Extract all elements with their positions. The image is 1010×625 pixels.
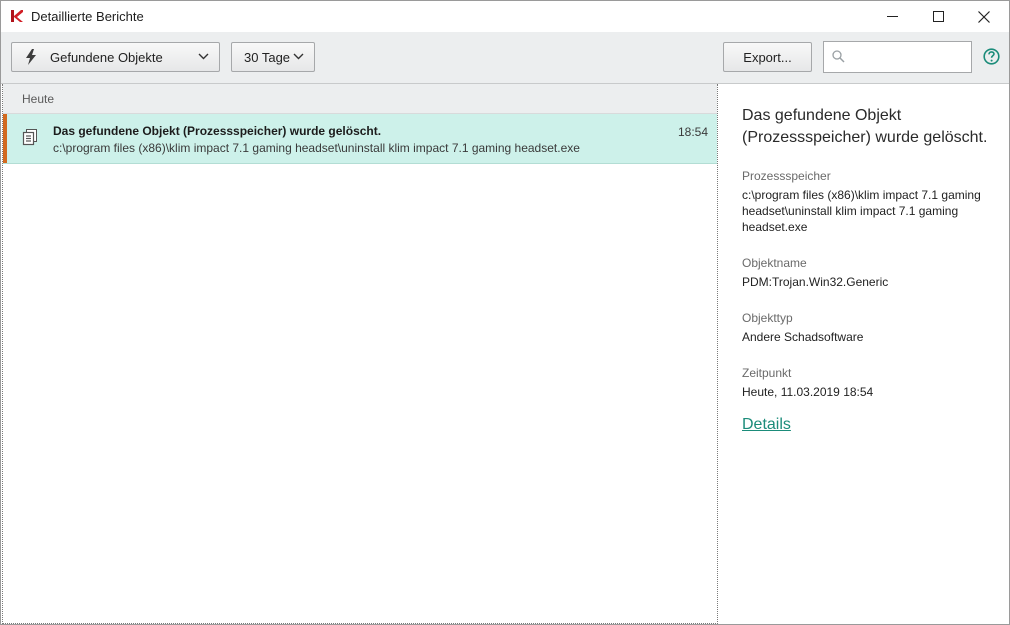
details-title: Das gefundene Objekt (Prozessspeicher) w…: [742, 107, 988, 146]
chevron-down-icon: [198, 53, 209, 60]
chevron-down-icon: [293, 53, 304, 60]
severity-marker: [3, 114, 7, 163]
field-value-object-type: Andere Schadsoftware: [742, 330, 864, 344]
period-label: 30 Tage: [244, 50, 291, 65]
field-label-object-type: Objekttyp: [742, 311, 793, 325]
title-bar[interactable]: Detaillierte Berichte: [1, 1, 1009, 32]
period-dropdown[interactable]: 30 Tage: [231, 42, 315, 72]
events-list[interactable]: Heute Das gefundene Objekt (Prozessspeic…: [2, 84, 718, 624]
list-item[interactable]: Das gefundene Objekt (Prozessspeicher) w…: [3, 114, 717, 164]
minimize-icon: [886, 16, 898, 17]
item-title: Das gefundene Objekt (Prozessspeicher) w…: [53, 124, 382, 138]
item-time: 18:54: [677, 125, 708, 139]
details-link[interactable]: Details: [742, 416, 791, 434]
field-value-process-memory: c:\program files (x86)\klim impact 7.1 g…: [742, 188, 981, 234]
close-button[interactable]: [961, 1, 1007, 32]
field-label-time: Zeitpunkt: [742, 366, 792, 380]
field-label-object-name: Objektname: [742, 256, 807, 270]
group-label: Heute: [22, 92, 55, 106]
maximize-button[interactable]: [915, 1, 961, 32]
report-window: Detaillierte Berichte Gefundene Objekte …: [0, 0, 1010, 625]
help-icon[interactable]: [983, 48, 1000, 65]
item-path: c:\program files (x86)\klim impact 7.1 g…: [53, 141, 580, 155]
group-header: Heute: [3, 84, 717, 114]
maximize-icon: [932, 11, 944, 22]
filter-dropdown[interactable]: Gefundene Objekte: [11, 42, 220, 72]
window-title: Detaillierte Berichte: [31, 9, 144, 24]
search-box[interactable]: [823, 41, 972, 73]
field-value-time: Heute, 11.03.2019 18:54: [742, 385, 874, 399]
lightning-icon: [26, 49, 36, 65]
toolbar: Gefundene Objekte 30 Tage Export...: [1, 32, 1009, 84]
minimize-button[interactable]: [869, 1, 915, 32]
field-value-object-name: PDM:Trojan.Win32.Generic: [742, 275, 889, 289]
filter-label: Gefundene Objekte: [50, 50, 163, 65]
field-label-process-memory: Prozessspeicher: [742, 169, 831, 183]
search-icon: [832, 50, 845, 63]
search-input[interactable]: [850, 46, 969, 70]
close-icon: [978, 10, 990, 23]
process-memory-icon: [22, 129, 37, 146]
app-logo-icon: [10, 9, 24, 23]
export-button[interactable]: Export...: [723, 42, 812, 72]
details-pane: Das gefundene Objekt (Prozessspeicher) w…: [718, 84, 1009, 624]
